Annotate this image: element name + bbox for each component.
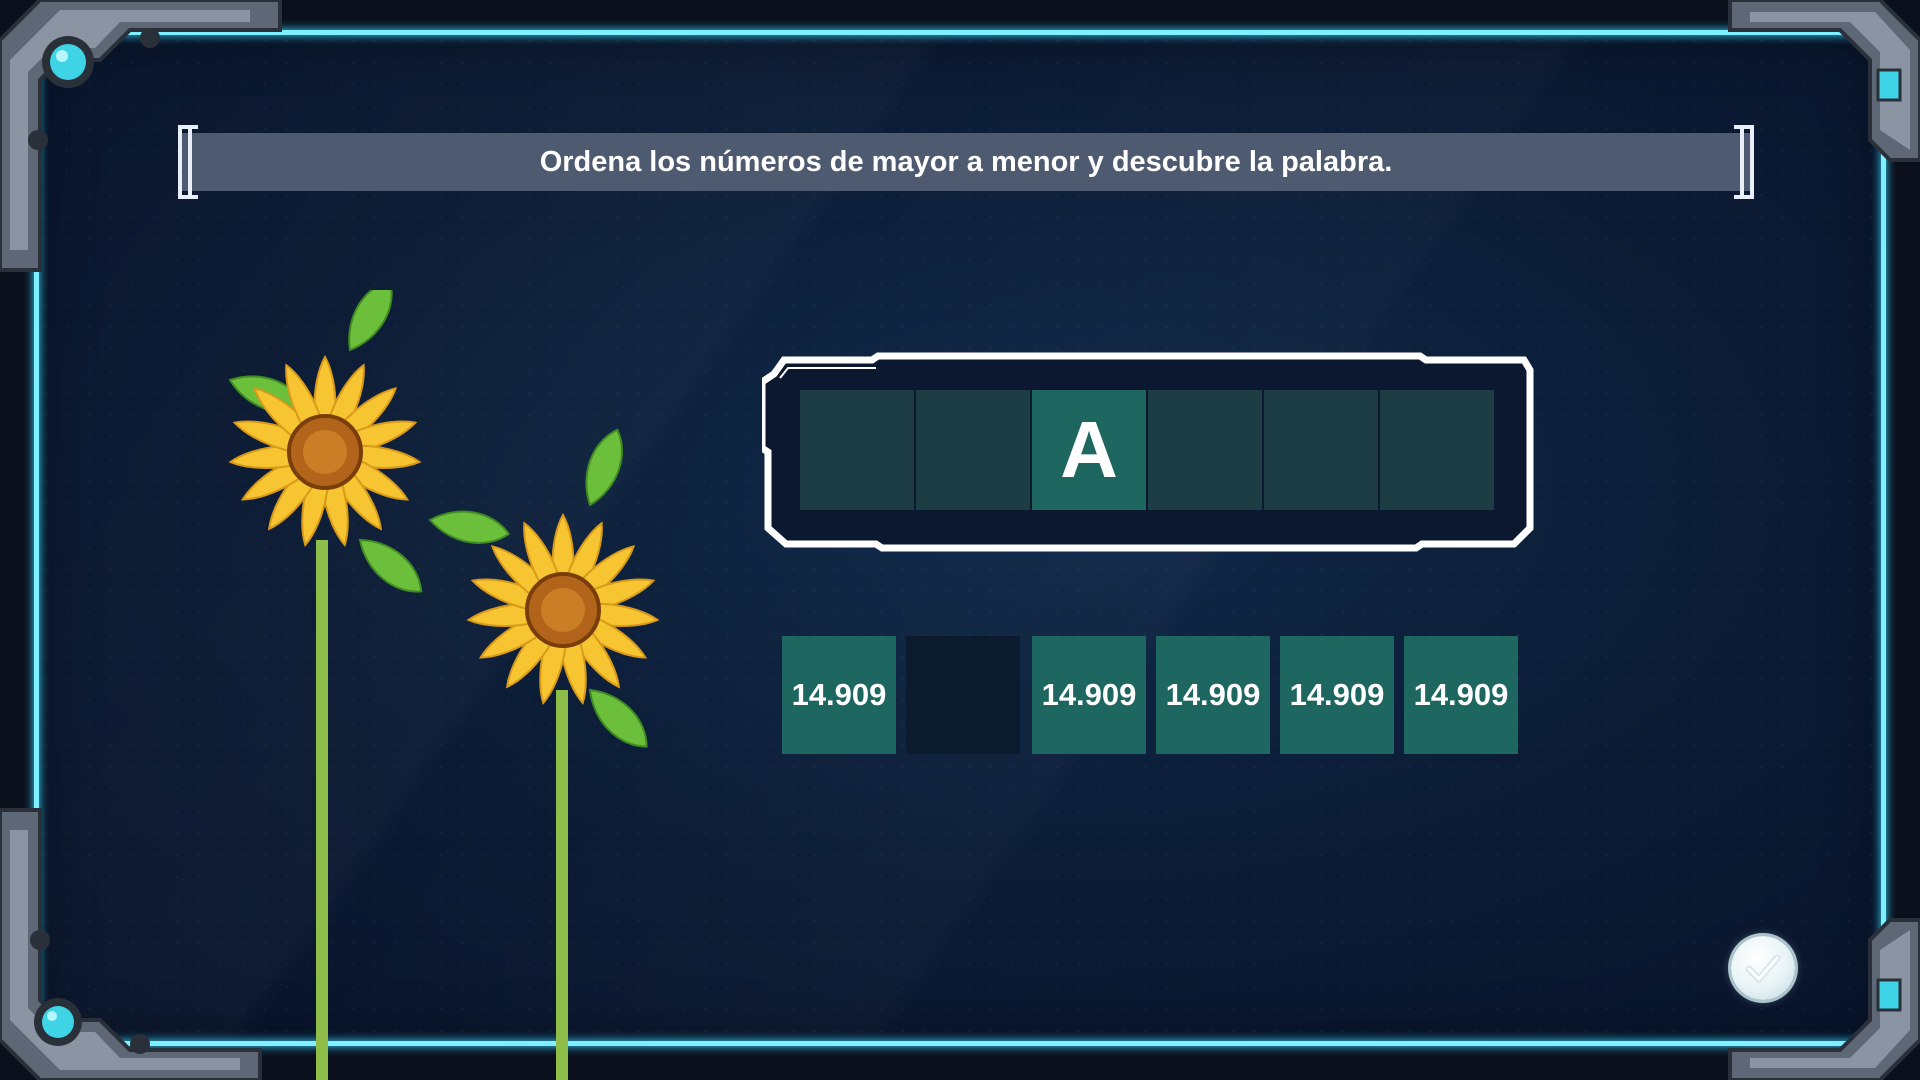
letter-slot xyxy=(1264,390,1378,510)
number-tiles: 14.909 14.909 14.909 14.909 14.909 xyxy=(782,636,1528,754)
check-button[interactable] xyxy=(1731,936,1795,1000)
letter-slot xyxy=(1380,390,1494,510)
number-tile[interactable]: 14.909 xyxy=(1032,636,1146,754)
number-tile[interactable]: 14.909 xyxy=(1280,636,1394,754)
letter-slot xyxy=(916,390,1030,510)
bracket-left xyxy=(178,125,198,199)
number-tile[interactable]: 14.909 xyxy=(1156,636,1270,754)
instruction-text: Ordena los números de mayor a menor y de… xyxy=(539,145,1393,178)
mech-corner-bottom-right xyxy=(1728,918,1920,1080)
letter-slot: A xyxy=(1032,390,1146,510)
letter-slot xyxy=(1148,390,1262,510)
number-tile[interactable]: 14.909 xyxy=(1404,636,1518,754)
empty-tile-slot xyxy=(906,636,1020,754)
letter-slot xyxy=(800,390,914,510)
number-tile[interactable]: 14.909 xyxy=(782,636,896,754)
check-icon xyxy=(1745,954,1781,983)
letter-slots: A xyxy=(800,390,1494,510)
sunflower-decoration xyxy=(223,290,660,1080)
word-panel: A xyxy=(762,352,1534,552)
instruction-bar: Ordena los números de mayor a menor y de… xyxy=(178,125,1754,199)
bracket-right xyxy=(1734,125,1754,199)
